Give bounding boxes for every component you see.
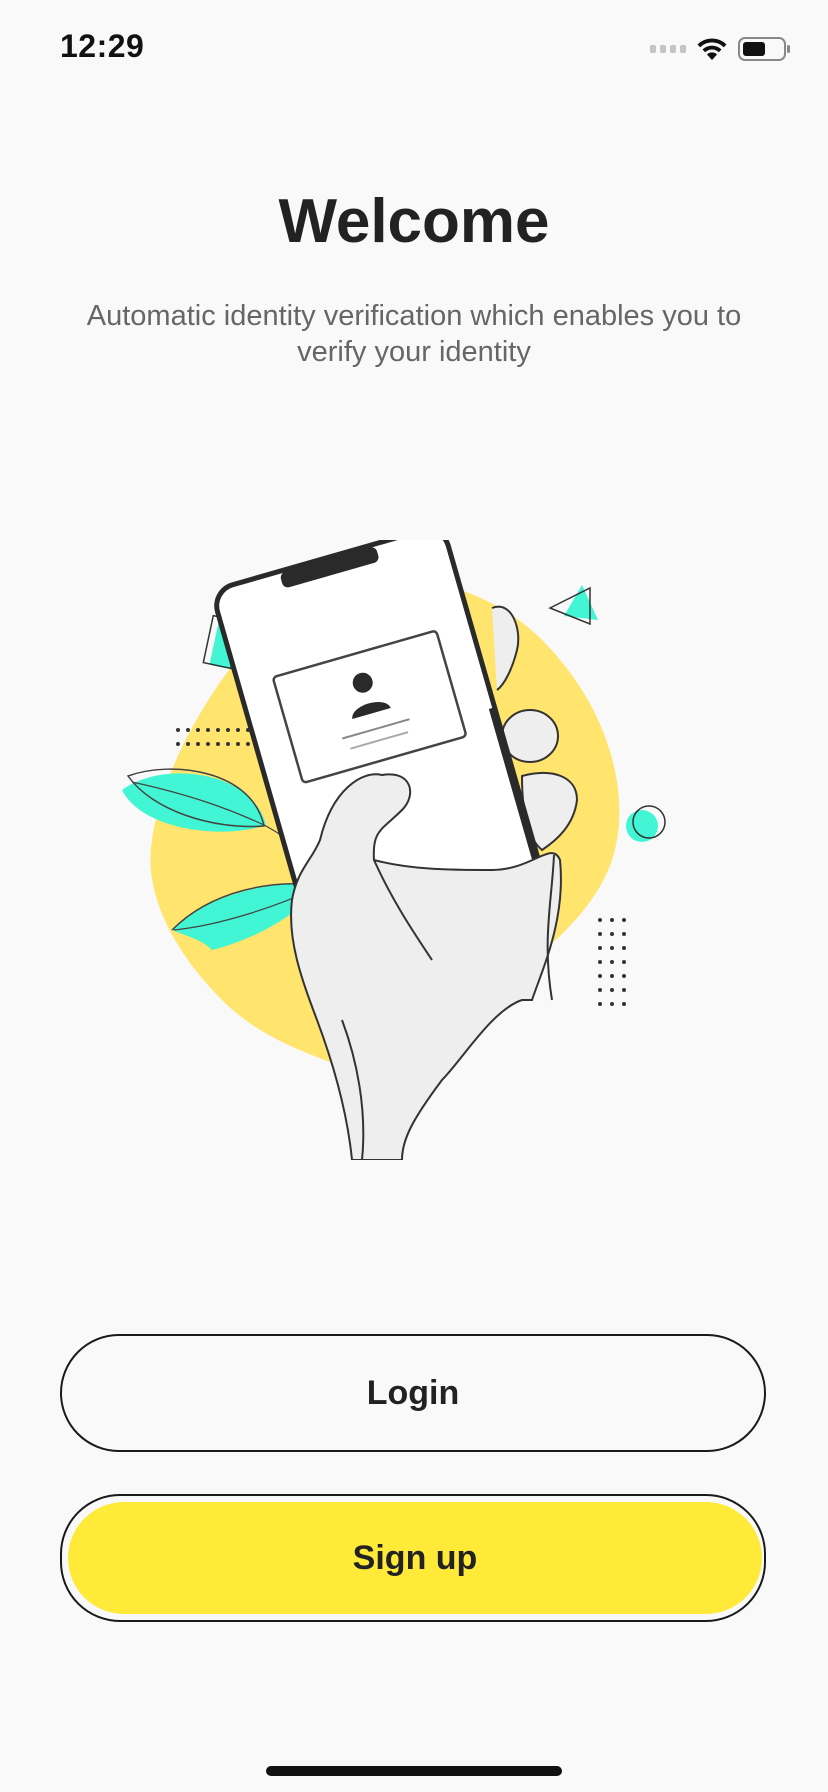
battery-icon <box>738 37 790 61</box>
status-icons <box>650 34 792 64</box>
login-button[interactable]: Login <box>60 1334 766 1452</box>
page-subtitle: Automatic identity verification which en… <box>86 300 742 368</box>
home-indicator <box>266 1766 562 1776</box>
page-title: Welcome <box>278 187 550 256</box>
signup-button-fill: Sign up <box>68 1502 762 1614</box>
login-button-label: Login <box>366 1373 460 1412</box>
wifi-icon <box>697 38 727 60</box>
signup-button[interactable]: Sign up <box>60 1494 766 1622</box>
status-bar: 12:29 <box>0 0 828 100</box>
signal-dots-icon <box>650 45 686 53</box>
hand-holding-phone-id-illustration <box>122 540 666 1160</box>
status-time: 12:29 <box>60 28 145 64</box>
signup-button-label: Sign up <box>352 1538 478 1577</box>
